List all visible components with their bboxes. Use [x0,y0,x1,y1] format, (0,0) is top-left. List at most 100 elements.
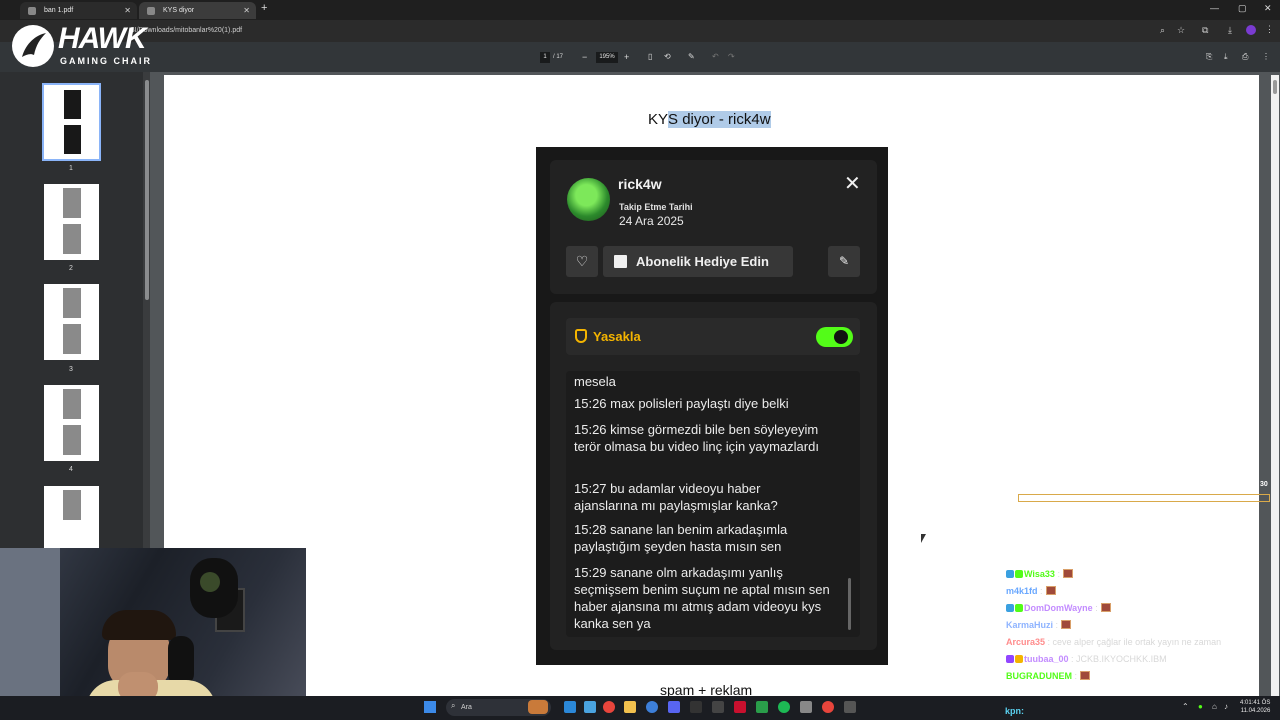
download-pdf-icon[interactable]: ⤓ [1224,51,1228,63]
chat-username: Wisa33 [1024,569,1055,579]
chat-username: Arcura35 [1006,637,1046,647]
rotate-icon[interactable]: ⟲ [664,51,671,63]
obs-icon[interactable] [690,701,702,713]
spotify-icon[interactable] [778,701,790,713]
page-total: / 17 [553,54,564,60]
webcam-window-light [0,548,60,720]
chat-username: DomDomWayne [1024,603,1093,613]
heart-icon: ♡ [566,246,598,277]
url-field[interactable]: SI/Downloads/mitobanlar%20(1).pdf [130,24,242,38]
thumbnail-number: 3 [69,366,73,373]
chat-text: : [1074,671,1078,681]
network-icon[interactable]: ⌂ [1212,702,1217,711]
thumbnail-number: 2 [69,265,73,272]
chat-message: 15:29 sanane olm arkadaşımı yanlış seçmi… [574,565,830,631]
maximize-icon[interactable]: ▢ [1238,3,1247,14]
volume-icon[interactable]: ♪ [1224,702,1228,711]
search-highlight-image[interactable] [528,700,548,714]
edge-icon[interactable] [584,701,596,713]
toggle-knob [834,330,848,344]
taskbar-clock[interactable]: 4:01:41 ÖS 11.04.2026 [1240,699,1270,715]
heading-text: KY [648,111,669,128]
ban-label: Yasakla [593,329,641,344]
badge-icon [1015,604,1023,612]
chat-message: mesela [574,374,616,387]
chat-message: 15:27 bu adamlar videoyu haber ajansları… [574,481,778,513]
thumbnail-page[interactable] [44,184,99,260]
webcam-mask [200,572,220,592]
chat-message: 15:28 sanane lan benim arkadaşımla payla… [574,522,788,554]
save-icon[interactable]: ⎘ [1206,51,1212,63]
app-icon[interactable] [712,701,724,713]
thumbnail-content [63,425,81,455]
thumbnail-content [63,490,81,520]
webcam-overlay [0,548,306,720]
zoom-level[interactable]: 195% [596,52,618,63]
app-icon[interactable] [756,701,768,713]
overlay-chat-line: KarmaHuzi : [1006,620,1072,630]
undo-icon[interactable]: ↶ [712,51,719,63]
close-tab-icon[interactable]: ✕ [243,2,250,19]
chat-username: tuubaa_00 [1024,654,1069,664]
overlay-chat-line: m4k1fd : [1006,586,1056,596]
thumbnail-page[interactable] [44,385,99,461]
chrome-icon[interactable] [603,701,615,713]
hawk-logo-icon [12,25,54,67]
zoom-icon[interactable]: ⌕ [1160,25,1165,36]
extensions-icon[interactable]: ⧉ [1202,25,1208,36]
tab-kys-diyor[interactable]: KYS diyor ✕ [139,2,256,19]
tray-chevron-icon[interactable]: ⌃ [1182,702,1189,711]
new-tab-button[interactable]: + [261,2,267,14]
file-explorer-icon[interactable] [624,701,636,713]
download-icon[interactable]: ⤓ [1228,25,1232,36]
thumbnail-content [63,224,81,254]
app-icon[interactable] [844,701,856,713]
emote-icon [1045,586,1056,595]
fit-page-icon[interactable]: ▯ [648,51,652,63]
redo-icon[interactable]: ↷ [728,51,735,63]
goal-count: 30 [1260,481,1268,488]
close-tab-icon[interactable]: ✕ [124,2,131,19]
page-number-input[interactable]: 1 [540,52,550,63]
mouse-cursor [921,534,926,543]
search-icon: ⌕ [451,701,456,710]
close-window-icon[interactable]: ✕ [1264,3,1272,14]
thumbnail-page[interactable] [42,83,101,161]
minimize-icon[interactable]: — [1210,3,1219,13]
thumbnail-page[interactable] [44,486,99,548]
profile-avatar[interactable] [1246,25,1256,35]
viewer-scroll-thumb[interactable] [1273,80,1277,94]
app-icon[interactable] [734,701,746,713]
badge-icon [1015,655,1023,663]
thumbnail-page[interactable] [44,284,99,360]
windows-start-icon[interactable] [424,701,436,713]
viewer-scrollbar[interactable] [1271,75,1279,696]
emote-icon [1061,620,1072,629]
tab-ban-pdf[interactable]: ban 1.pdf ✕ [20,2,137,19]
badge-icon [1015,570,1023,578]
app-icon[interactable] [822,701,834,713]
sidebar-scroll-thumb[interactable] [145,80,149,300]
app-icon[interactable] [800,701,812,713]
menu-kebab-icon[interactable]: ⋮ [1265,24,1274,35]
tab-label: KYS diyor [163,7,195,14]
chat-message: 15:26 max polisleri paylaştı diye belki [574,396,789,411]
thumbnail-content [64,90,81,119]
overlay-chat-line: Wisa33 : [1006,569,1073,579]
annotate-icon[interactable]: ✎ [688,51,695,63]
discord-icon[interactable] [668,701,680,713]
bookmark-star-icon[interactable]: ☆ [1177,25,1185,36]
app-icon[interactable] [646,701,658,713]
chat-text: : ceve alper çağlar ile ortak yayın ne z… [1047,637,1222,647]
task-view-icon[interactable] [564,701,576,713]
more-options-icon[interactable]: ⋮ [1262,51,1270,63]
page-heading: KYS diyor - rick4w [648,111,771,128]
emote-icon [1100,603,1111,612]
search-placeholder: Ara [461,704,472,711]
zoom-out-icon[interactable]: − [582,51,587,63]
tray-app-icon[interactable]: ● [1198,702,1203,711]
user-avatar [567,178,610,221]
print-icon[interactable]: ⎙ [1242,51,1248,63]
zoom-in-icon[interactable]: + [624,51,629,63]
emote-icon [1062,569,1073,578]
